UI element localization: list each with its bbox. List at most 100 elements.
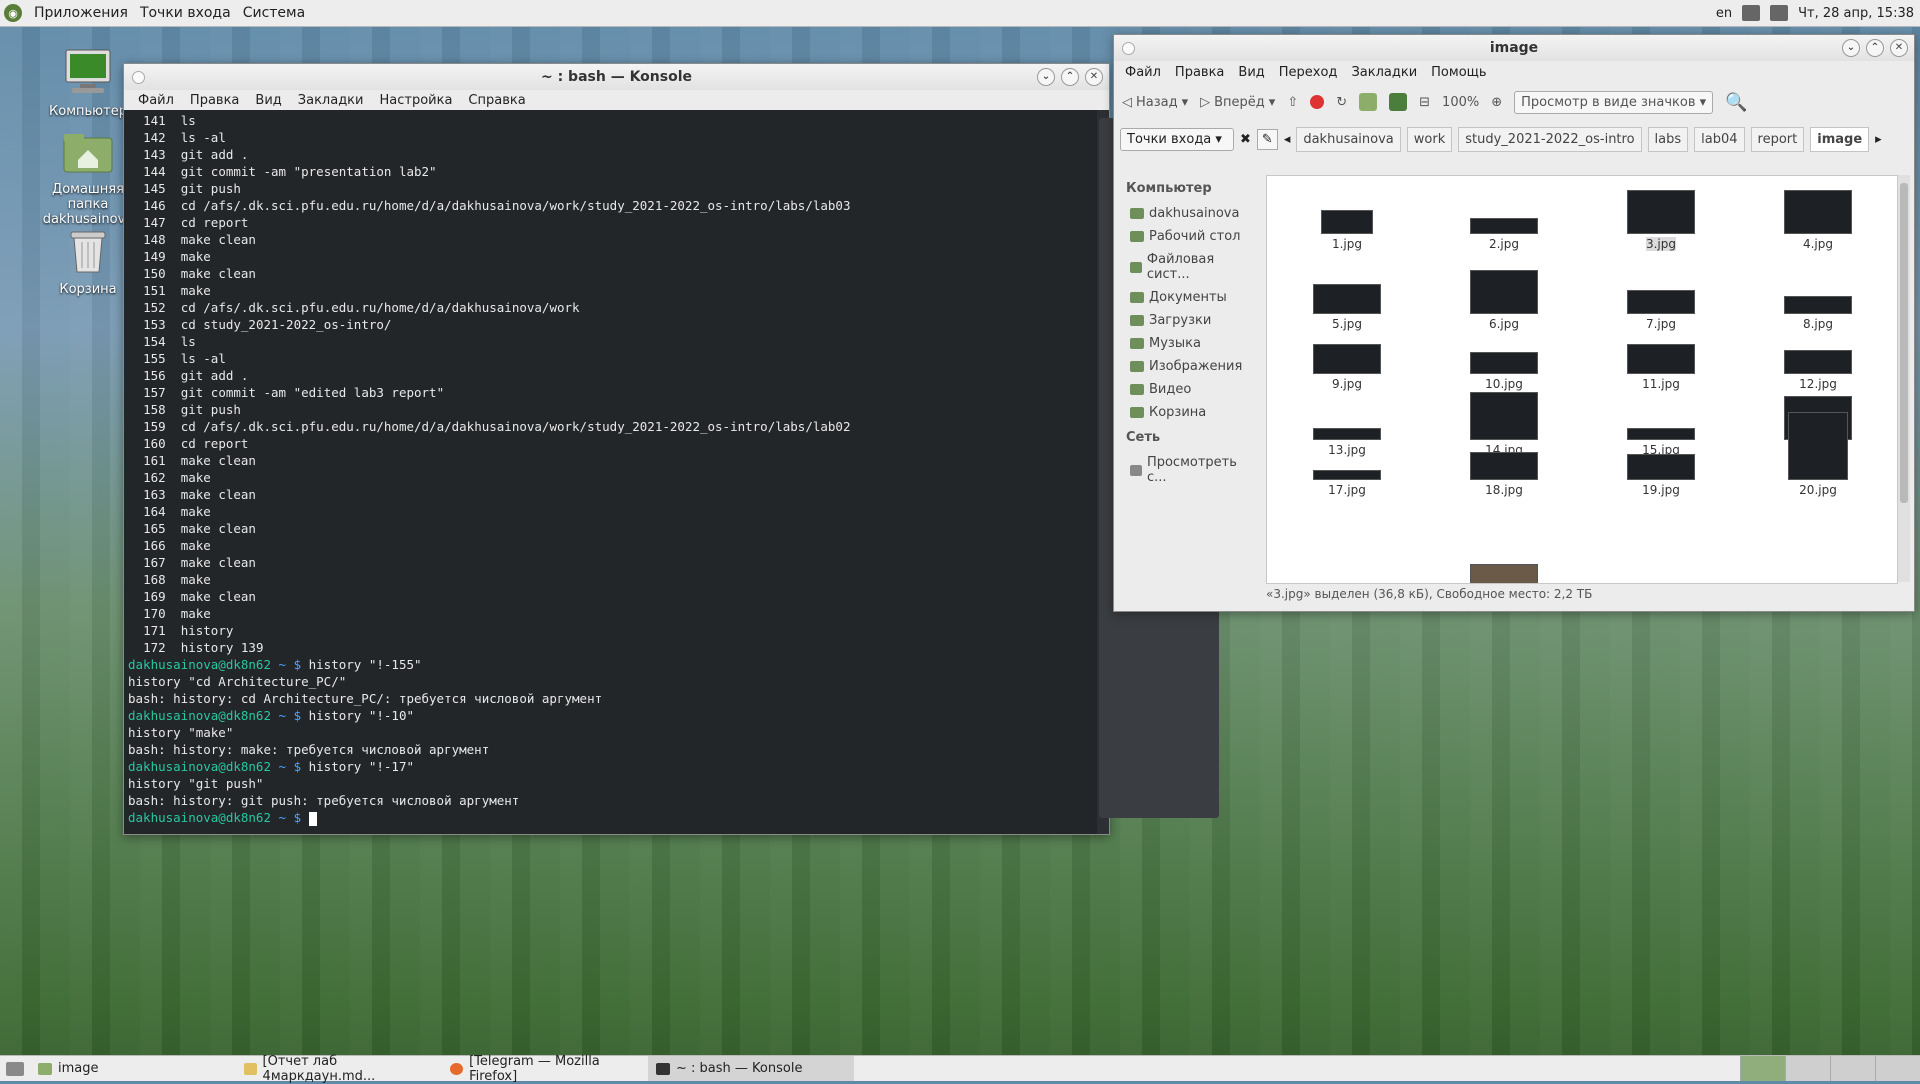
- file-item[interactable]: 7.jpg: [1601, 290, 1721, 331]
- file-item[interactable]: 9.jpg: [1287, 344, 1407, 391]
- breadcrumb-item[interactable]: study_2021-2022_os-intro: [1458, 126, 1642, 152]
- places-select[interactable]: Точки входа ▾: [1120, 127, 1234, 151]
- breadcrumb-item[interactable]: dakhusainova: [1296, 126, 1401, 152]
- breadcrumb-item[interactable]: work: [1406, 126, 1453, 152]
- file-item[interactable]: 8.jpg: [1758, 296, 1878, 331]
- task-firefox[interactable]: [Telegram — Mozilla Firefox]: [442, 1054, 648, 1084]
- volume-icon[interactable]: [1742, 5, 1761, 21]
- workspace-3[interactable]: [1830, 1056, 1875, 1081]
- menu-file[interactable]: Файл: [1118, 65, 1168, 80]
- file-item[interactable]: 15.jpg: [1601, 428, 1721, 457]
- up-arrow-icon[interactable]: ⇧: [1287, 95, 1298, 110]
- fm-titlebar[interactable]: image ⌄ ⌃ ✕: [1114, 35, 1914, 61]
- back-button[interactable]: ◁ Назад ▾: [1122, 95, 1188, 110]
- terminal-output[interactable]: 141 ls 142 ls -al 143 git add . 144 git …: [124, 110, 1097, 834]
- maximize-icon[interactable]: ⌃: [1061, 68, 1079, 86]
- menu-file[interactable]: Файл: [130, 93, 182, 108]
- file-item[interactable]: 1.jpg: [1287, 210, 1407, 251]
- file-item[interactable]: 6.jpg: [1444, 270, 1564, 331]
- menu-view[interactable]: Вид: [247, 93, 289, 108]
- menu-system[interactable]: Система: [237, 5, 311, 21]
- dropdown-icon[interactable]: ▾: [1182, 95, 1189, 110]
- file-item[interactable]: 2.jpg: [1444, 218, 1564, 251]
- menu-settings[interactable]: Настройка: [371, 93, 460, 108]
- computer-icon[interactable]: [1389, 93, 1408, 111]
- home-folder-icon[interactable]: [1359, 93, 1378, 111]
- window-menu-icon[interactable]: [1122, 42, 1135, 55]
- terminal-scrollbar[interactable]: [1097, 110, 1219, 834]
- fm-scrollbar[interactable]: [1898, 175, 1910, 582]
- sidebar-item-5[interactable]: Музыка: [1114, 332, 1260, 355]
- menu-applications[interactable]: Приложения: [28, 5, 134, 21]
- file-item[interactable]: 19.jpg: [1601, 454, 1721, 497]
- sidebar-item-2[interactable]: Файловая сист...: [1114, 248, 1260, 286]
- zoom-out-icon[interactable]: ⊟: [1419, 95, 1430, 110]
- close-sidebar-icon[interactable]: ✖: [1240, 132, 1251, 147]
- view-mode-select[interactable]: Просмотр в виде значков ▾: [1514, 90, 1714, 114]
- breadcrumb-item[interactable]: report: [1750, 126, 1805, 152]
- close-icon[interactable]: ✕: [1890, 39, 1908, 57]
- konsole-window[interactable]: ~ : bash — Konsole ⌄ ⌃ ✕ Файл Правка Вид…: [123, 63, 1219, 835]
- breadcrumb-item[interactable]: lab04: [1694, 126, 1745, 152]
- workspace-2[interactable]: [1785, 1056, 1830, 1081]
- menu-help[interactable]: Помощь: [1424, 65, 1493, 80]
- sidebar-item-8[interactable]: Корзина: [1114, 401, 1260, 424]
- workspace-1[interactable]: [1740, 1056, 1785, 1081]
- breadcrumb-right-icon[interactable]: ▸: [1875, 132, 1882, 147]
- maximize-icon[interactable]: ⌃: [1866, 39, 1884, 57]
- distro-logo-icon[interactable]: ◉: [4, 4, 22, 22]
- window-menu-icon[interactable]: [132, 71, 145, 84]
- menu-places[interactable]: Точки входа: [134, 5, 237, 21]
- file-item[interactable]: 13.jpg: [1287, 428, 1407, 457]
- file-item[interactable]: 11.jpg: [1601, 344, 1721, 391]
- file-item-partial[interactable]: [1444, 564, 1564, 583]
- sidebar-item-4[interactable]: Загрузки: [1114, 309, 1260, 332]
- file-item[interactable]: 10.jpg: [1444, 352, 1564, 391]
- network-icon[interactable]: [1770, 5, 1789, 21]
- dropdown-icon[interactable]: ▾: [1269, 95, 1276, 110]
- forward-button[interactable]: ▷ Вперёд ▾: [1200, 95, 1275, 110]
- task-konsole[interactable]: ~ : bash — Konsole: [648, 1056, 854, 1081]
- keyboard-layout[interactable]: en: [1716, 6, 1732, 21]
- search-icon[interactable]: 🔍: [1725, 92, 1747, 113]
- file-item[interactable]: 12.jpg: [1758, 350, 1878, 391]
- clock[interactable]: Чт, 28 апр, 15:38: [1798, 6, 1914, 21]
- show-desktop-icon[interactable]: [6, 1061, 24, 1076]
- menu-bookmarks[interactable]: Закладки: [1344, 65, 1424, 80]
- sidebar-item-7[interactable]: Видео: [1114, 378, 1260, 401]
- breadcrumb-item-current[interactable]: image: [1810, 126, 1870, 152]
- reload-icon[interactable]: ↻: [1336, 95, 1347, 110]
- file-item[interactable]: 20.jpg: [1758, 412, 1878, 497]
- scrollbar-thumb[interactable]: [1900, 183, 1908, 503]
- menu-bookmarks[interactable]: Закладки: [290, 93, 372, 108]
- breadcrumb-item[interactable]: labs: [1647, 126, 1689, 152]
- close-icon[interactable]: ✕: [1085, 68, 1103, 86]
- workspace-4[interactable]: [1875, 1056, 1920, 1081]
- file-item[interactable]: 4.jpg: [1758, 190, 1878, 251]
- minimize-icon[interactable]: ⌄: [1037, 68, 1055, 86]
- sidebar-item-1[interactable]: Рабочий стол: [1114, 225, 1260, 248]
- file-icon-view[interactable]: 1.jpg 2.jpg 3.jpg 4.jpg 5.jpg 6.jpg 7.jpg 8.jpg…: [1266, 175, 1898, 584]
- konsole-titlebar[interactable]: ~ : bash — Konsole ⌄ ⌃ ✕: [124, 64, 1109, 90]
- menu-help[interactable]: Справка: [460, 93, 533, 108]
- task-editor[interactable]: [Отчет лаб 4маркдаун.md...: [236, 1054, 442, 1084]
- sidebar-item-0[interactable]: dakhusainova: [1114, 202, 1260, 225]
- menu-view[interactable]: Вид: [1231, 65, 1271, 80]
- menu-go[interactable]: Переход: [1272, 65, 1345, 80]
- breadcrumb-left-icon[interactable]: ◂: [1284, 132, 1291, 147]
- zoom-in-icon[interactable]: ⊕: [1491, 95, 1502, 110]
- file-item[interactable]: 3.jpg: [1601, 190, 1721, 251]
- minimize-icon[interactable]: ⌄: [1842, 39, 1860, 57]
- menu-edit[interactable]: Правка: [182, 93, 247, 108]
- file-manager-window[interactable]: image ⌄ ⌃ ✕ Файл Правка Вид Переход Закл…: [1113, 34, 1915, 612]
- sidebar-item-3[interactable]: Документы: [1114, 286, 1260, 309]
- sidebar-item-6[interactable]: Изображения: [1114, 355, 1260, 378]
- file-item[interactable]: 14.jpg: [1444, 392, 1564, 457]
- file-item[interactable]: 18.jpg: [1444, 452, 1564, 497]
- stop-icon[interactable]: [1310, 95, 1325, 109]
- menu-edit[interactable]: Правка: [1168, 65, 1231, 80]
- file-item[interactable]: 17.jpg: [1287, 470, 1407, 497]
- sidebar-item-network-browse[interactable]: Просмотреть с...: [1114, 451, 1260, 489]
- task-image[interactable]: image: [30, 1056, 236, 1081]
- file-item[interactable]: 5.jpg: [1287, 284, 1407, 331]
